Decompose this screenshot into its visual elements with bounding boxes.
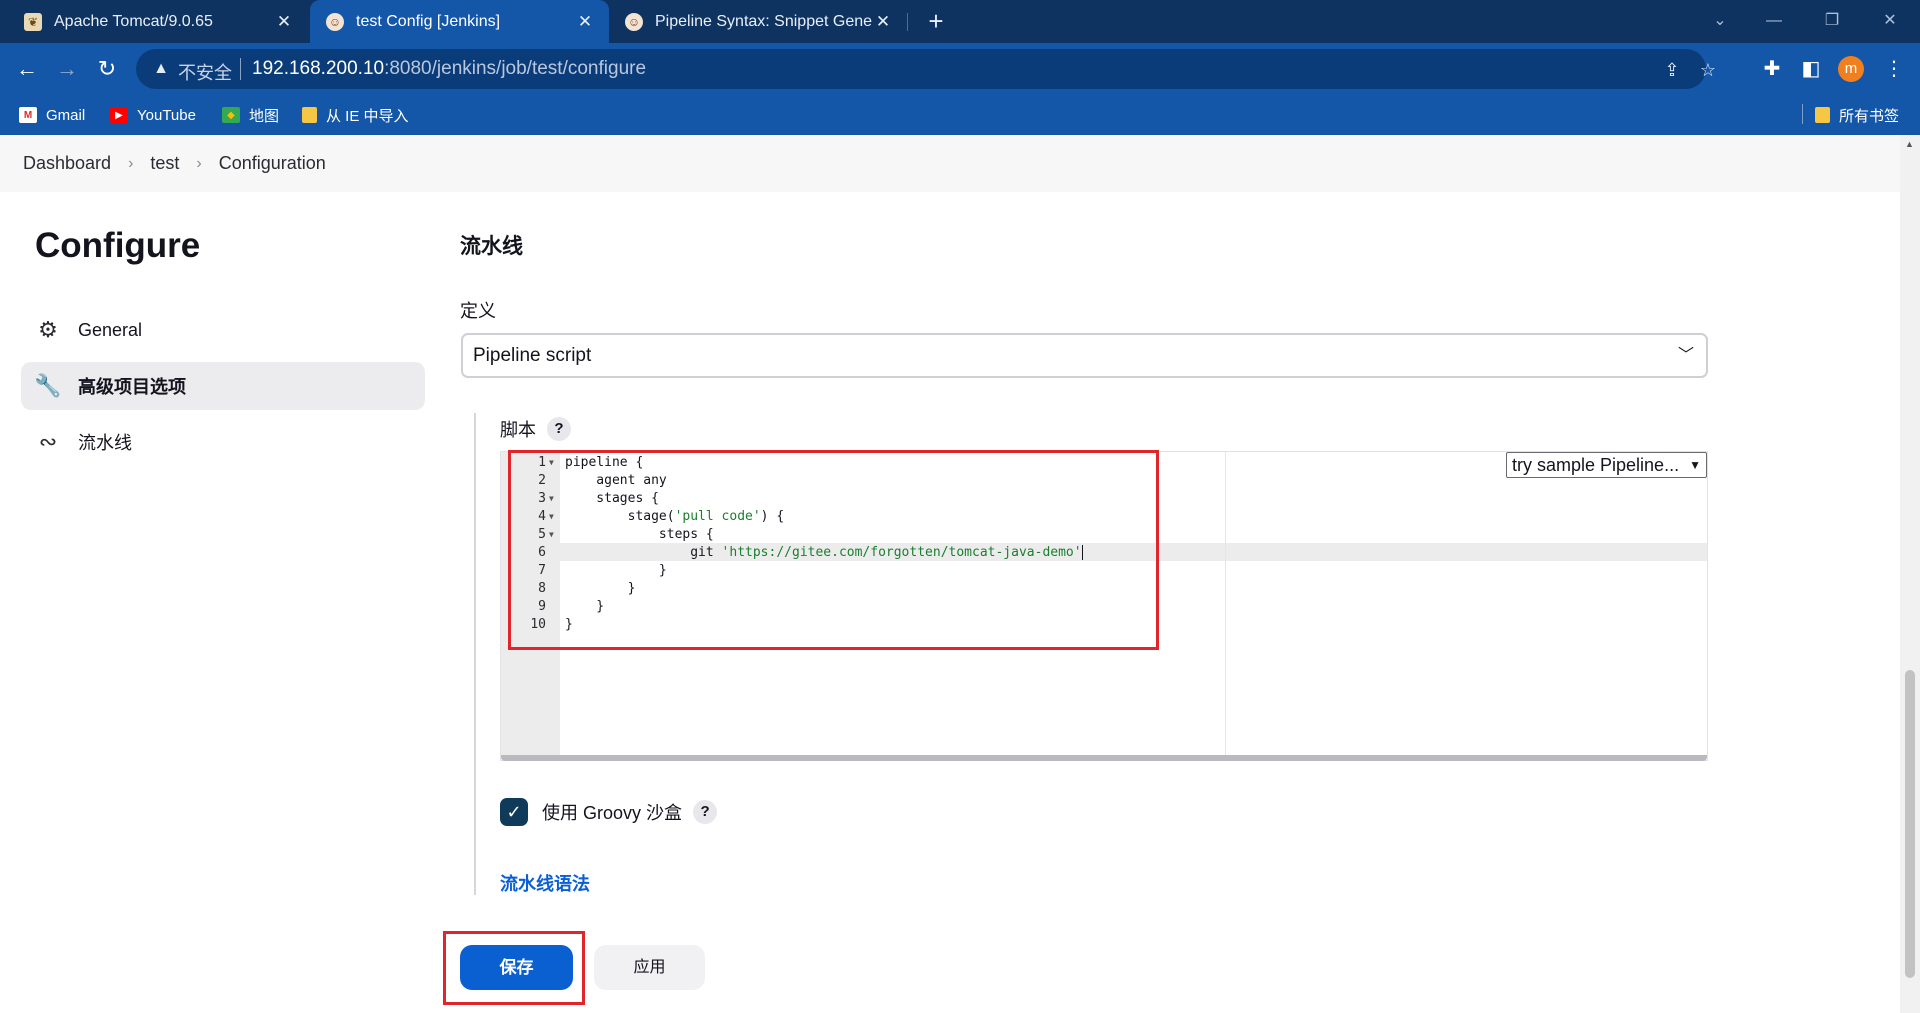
save-highlight-box [443,931,585,1005]
page-scrollbar[interactable]: ▲ [1900,135,1920,1013]
chevron-down-icon: ▼ [1689,458,1701,472]
sample-pipeline-select[interactable]: try sample Pipeline... ▼ [1506,452,1707,478]
tab-title: Apache Tomcat/9.0.65 [54,12,213,30]
gear-icon: ⚙ [38,317,58,342]
chevron-down-icon: ﹀ [1677,347,1694,364]
help-icon[interactable]: ? [693,800,718,824]
share-icon[interactable]: ⇪ [1660,58,1684,82]
bookmark-label: YouTube [137,106,196,124]
tab-apache-tomcat[interactable]: ❦ Apache Tomcat/9.0.65 ✕ [0,0,308,43]
tab-title: test Config [Jenkins] [356,12,501,30]
extensions-icon[interactable]: ✚ [1758,55,1786,83]
definition-value: Pipeline script [473,345,592,366]
definition-label: 定义 [460,301,496,321]
bookmark-label: Gmail [46,106,86,124]
url-path: :8080/jenkins/job/test/configure [384,58,647,79]
warning-icon[interactable]: ▲ [150,58,172,80]
jenkins-icon: ☺ [326,12,344,31]
section-title: 流水线 [460,235,523,258]
url-host: 192.168.200.10 [252,58,385,79]
sidebar-item-pipeline[interactable]: ∾ 流水线 [21,418,425,466]
help-icon[interactable]: ? [547,417,571,441]
tab-divider [907,13,908,31]
all-bookmarks-label: 所有书签 [1839,107,1900,125]
menu-icon[interactable]: ⋮ [1880,55,1908,83]
bookmark-star-icon[interactable]: ☆ [1696,58,1720,82]
breadcrumb-bar: Dashboard › test › Configuration [0,135,1900,192]
scroll-thumb[interactable] [1905,670,1915,978]
horizontal-scrollbar[interactable] [501,755,1707,761]
chevron-right-icon: › [128,154,134,172]
groovy-sandbox-label: 使用 Groovy 沙盒 [542,803,683,823]
side-panel-icon[interactable]: ◧ [1797,55,1825,83]
tab-test-config-jenkins[interactable]: ☺ test Config [Jenkins] ✕ [310,0,609,43]
minimize-icon[interactable]: — [1754,6,1794,36]
sidebar-item-general[interactable]: ⚙ General [21,306,425,354]
bookmark-maps[interactable]: ◆ 地图 [222,102,279,128]
tomcat-icon: ❦ [24,12,42,31]
bookmark-gmail[interactable]: M Gmail [19,102,85,128]
code-highlight-box [508,450,1159,650]
chevron-right-icon: › [196,154,202,172]
bookmark-label: 地图 [249,107,280,125]
close-tab-icon[interactable]: ✕ [274,12,294,32]
profile-avatar[interactable]: m [1838,56,1864,82]
pipeline-syntax-link[interactable]: 流水线语法 [500,870,590,896]
script-label: 脚本 [500,420,536,440]
folder-icon [302,107,317,123]
all-bookmarks[interactable]: 所有书签 [1815,102,1899,128]
tab-pipeline-syntax[interactable]: ☺ Pipeline Syntax: Snippet Gene ✕ [611,0,907,43]
scroll-up-icon[interactable]: ▲ [1905,139,1914,149]
page-title: Configure [35,226,201,265]
tab-search-icon[interactable]: ⌄ [1700,6,1740,36]
sidebar-item-label: 流水线 [78,433,132,453]
breadcrumb-test[interactable]: test [150,153,179,174]
bookmarks-divider [1802,104,1803,124]
forward-icon[interactable]: → [52,54,82,84]
definition-select[interactable]: Pipeline script ﹀ [461,333,1708,378]
close-tab-icon[interactable]: ✕ [873,12,893,32]
breadcrumb-configuration[interactable]: Configuration [219,153,326,174]
browser-tab-bar: ❦ Apache Tomcat/9.0.65 ✕ ☺ test Config [… [0,0,1920,43]
apply-button[interactable]: 应用 [594,945,705,990]
breadcrumb-dashboard[interactable]: Dashboard [23,153,111,174]
sidebar-item-label: General [78,319,143,340]
youtube-icon: ▶ [110,107,128,123]
address-divider [240,58,241,80]
groovy-sandbox-checkbox[interactable]: ✓ [500,798,528,826]
maps-icon: ◆ [222,107,240,123]
tab-title: Pipeline Syntax: Snippet Gene [655,12,873,30]
sample-select-value: try sample Pipeline... [1512,455,1680,475]
script-label-row: 脚本 ? [500,416,571,442]
url-text[interactable]: 192.168.200.10:8080/jenkins/job/test/con… [252,58,646,80]
close-window-icon[interactable]: ✕ [1870,6,1910,36]
new-tab-icon[interactable]: + [922,7,950,35]
gmail-icon: M [19,107,37,123]
bookmarks-bar: M Gmail ▶ YouTube ◆ 地图 从 IE 中导入 所有书签 [0,95,1920,135]
jenkins-icon: ☺ [625,12,643,31]
restore-icon[interactable]: ❐ [1812,6,1852,36]
sidebar-item-advanced-options[interactable]: 🔧 高级项目选项 [21,362,425,410]
folder-icon [1815,107,1830,123]
bookmark-label: 从 IE 中导入 [326,107,409,125]
nested-section-line [474,413,476,895]
back-icon[interactable]: ← [12,54,42,84]
close-tab-icon[interactable]: ✕ [575,12,595,32]
sidebar-item-label: 高级项目选项 [78,377,186,397]
bookmark-youtube[interactable]: ▶ YouTube [110,102,196,128]
reload-icon[interactable]: ↻ [92,54,122,84]
breadcrumb: Dashboard › test › Configuration [23,153,326,174]
bookmark-ie-import[interactable]: 从 IE 中导入 [302,102,409,128]
wrench-icon: 🔧 [34,373,62,398]
security-label: 不安全 [178,63,232,83]
pipeline-icon: ∾ [38,429,58,454]
groovy-sandbox-row: ✓ 使用 Groovy 沙盒 ? [500,798,718,826]
address-bar[interactable]: ▲ 不安全 192.168.200.10:8080/jenkins/job/te… [136,49,1716,89]
browser-toolbar: ← → ↻ ▲ 不安全 192.168.200.10:8080/jenkins/… [0,43,1920,95]
